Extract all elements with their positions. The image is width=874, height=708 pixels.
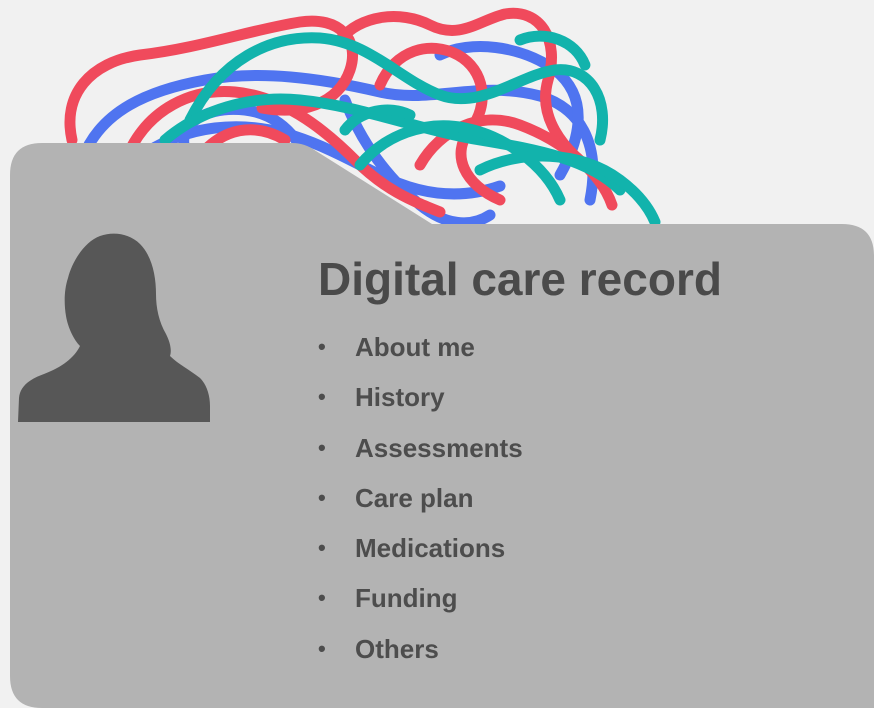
bullet: • — [318, 484, 326, 510]
list-item-label: History — [355, 382, 445, 413]
bullet: • — [318, 635, 326, 661]
list-item-label: Funding — [355, 583, 458, 614]
list-item-label: Assessments — [355, 432, 523, 463]
person-silhouette-icon — [18, 233, 210, 422]
care-record-illustration: Digital care record • About me • History… — [0, 0, 874, 708]
bullet: • — [318, 334, 326, 359]
bullet: • — [318, 434, 326, 460]
bullet: • — [318, 535, 326, 561]
list-item-label: Care plan — [355, 482, 474, 513]
list-item-label: Medications — [355, 533, 506, 564]
bullet: • — [318, 585, 326, 611]
list-item-label: Others — [355, 633, 439, 664]
bullet: • — [318, 384, 326, 410]
list-item-label: About me — [355, 332, 475, 362]
page-title: Digital care record — [318, 253, 722, 305]
